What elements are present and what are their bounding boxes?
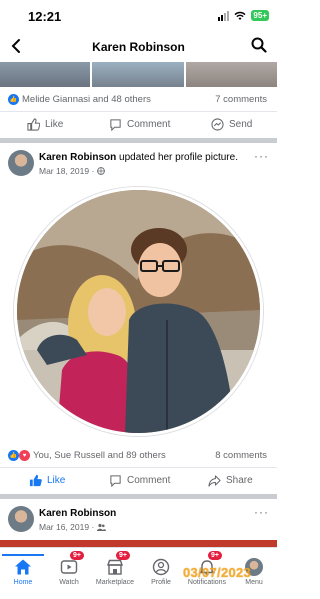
comments-count[interactable]: 8 comments bbox=[215, 450, 267, 461]
share-button[interactable]: Share bbox=[208, 474, 253, 487]
author-name[interactable]: Karen Robinson bbox=[39, 508, 116, 519]
share-arrow-icon bbox=[208, 475, 221, 487]
share-label: Share bbox=[226, 475, 253, 486]
like-button[interactable]: Like bbox=[29, 474, 65, 487]
more-options-icon[interactable]: ··· bbox=[254, 149, 269, 163]
nav-label: Menu bbox=[245, 579, 263, 586]
like-label: Like bbox=[45, 119, 64, 130]
watch-icon bbox=[60, 560, 78, 574]
nav-watch[interactable]: 9+ Watch bbox=[46, 551, 92, 586]
profile-header: Karen Robinson bbox=[0, 32, 277, 62]
thumbs-up-icon bbox=[27, 118, 40, 131]
thumbs-up-filled-icon bbox=[29, 474, 42, 487]
date-watermark: 03/07/2023 bbox=[183, 565, 252, 580]
reactions-text: You, Sue Russell and 89 others bbox=[33, 450, 166, 461]
status-bar: 12:21 95+ bbox=[0, 0, 277, 32]
status-icons: 95+ bbox=[218, 10, 269, 21]
globe-icon bbox=[97, 167, 106, 175]
post-image-preview[interactable] bbox=[0, 540, 277, 547]
like-reaction-icon: 👍 bbox=[8, 94, 19, 105]
post-divider bbox=[0, 138, 277, 143]
avatar[interactable] bbox=[8, 150, 34, 176]
comment-label: Comment bbox=[127, 119, 171, 130]
comment-label: Comment bbox=[127, 475, 171, 486]
post-header: Karen Robinson Mar 16, 2019 · ··· bbox=[0, 503, 277, 537]
home-icon bbox=[15, 559, 31, 575]
photo-strip[interactable] bbox=[0, 62, 277, 87]
nav-label: Marketplace bbox=[95, 579, 135, 586]
photo-thumb[interactable] bbox=[92, 62, 184, 87]
comments-count[interactable]: 7 comments bbox=[215, 94, 267, 105]
signal-icon bbox=[218, 10, 230, 21]
marketplace-icon bbox=[107, 559, 123, 575]
battery-indicator: 95+ bbox=[251, 10, 269, 21]
author-name[interactable]: Karen Robinson bbox=[39, 152, 116, 163]
comment-icon bbox=[110, 475, 121, 487]
nav-label: Notifications bbox=[187, 579, 227, 586]
avatar[interactable] bbox=[8, 506, 34, 532]
post-author-line: Karen Robinson bbox=[39, 508, 116, 519]
photo-thumb[interactable] bbox=[0, 62, 90, 87]
reaction-summary[interactable]: 👍 Melide Giannasi and 48 others 7 commen… bbox=[0, 90, 277, 110]
post-actions: Like Comment Send bbox=[0, 111, 277, 137]
notification-badge: 9+ bbox=[116, 551, 130, 560]
friends-icon bbox=[97, 523, 107, 531]
post-date[interactable]: Mar 16, 2019 · bbox=[39, 522, 107, 532]
messenger-icon bbox=[211, 118, 224, 131]
nav-profile[interactable]: Profile bbox=[138, 554, 184, 586]
post-divider bbox=[0, 494, 277, 499]
wifi-icon bbox=[234, 11, 246, 20]
comment-button[interactable]: Comment bbox=[109, 118, 170, 131]
nav-label: Profile bbox=[151, 579, 171, 586]
date-text: Mar 18, 2019 · bbox=[39, 166, 95, 176]
profile-photo bbox=[17, 190, 260, 433]
nav-home[interactable]: Home bbox=[0, 554, 46, 586]
photo-thumb[interactable] bbox=[186, 62, 277, 87]
date-text: Mar 16, 2019 · bbox=[39, 522, 95, 532]
post-action-text: updated her profile picture. bbox=[116, 152, 238, 163]
nav-label: Home bbox=[13, 579, 33, 586]
profile-photo-circle[interactable] bbox=[14, 187, 263, 436]
like-label: Like bbox=[47, 475, 66, 486]
comment-icon bbox=[110, 119, 121, 131]
send-label: Send bbox=[229, 119, 253, 130]
notification-badge: 9+ bbox=[208, 551, 222, 560]
nav-label: Watch bbox=[59, 579, 79, 586]
more-options-icon[interactable]: ··· bbox=[254, 505, 269, 519]
notification-badge: 9+ bbox=[70, 551, 84, 560]
post-header: Karen Robinson updated her profile pictu… bbox=[0, 147, 277, 181]
search-icon[interactable] bbox=[251, 37, 267, 53]
active-tab-indicator bbox=[2, 554, 44, 556]
love-reaction-icon: ♥ bbox=[19, 450, 30, 461]
post-author-line: Karen Robinson updated her profile pictu… bbox=[39, 152, 238, 163]
comment-button[interactable]: Comment bbox=[109, 474, 170, 487]
like-button[interactable]: Like bbox=[27, 118, 63, 131]
send-button[interactable]: Send bbox=[211, 118, 252, 131]
like-reaction-icon: 👍 bbox=[8, 450, 19, 461]
post-date[interactable]: Mar 18, 2019 · bbox=[39, 166, 106, 176]
reaction-summary[interactable]: 👍 ♥ You, Sue Russell and 89 others 8 com… bbox=[0, 446, 277, 466]
profile-picture[interactable] bbox=[14, 187, 263, 436]
reactions-text: Melide Giannasi and 48 others bbox=[22, 94, 151, 105]
nav-marketplace[interactable]: 9+ Marketplace bbox=[92, 551, 138, 586]
page-title: Karen Robinson bbox=[92, 40, 185, 54]
status-time: 12:21 bbox=[28, 9, 62, 24]
post-actions: Like Comment Share bbox=[0, 467, 277, 493]
profile-icon bbox=[152, 558, 170, 576]
